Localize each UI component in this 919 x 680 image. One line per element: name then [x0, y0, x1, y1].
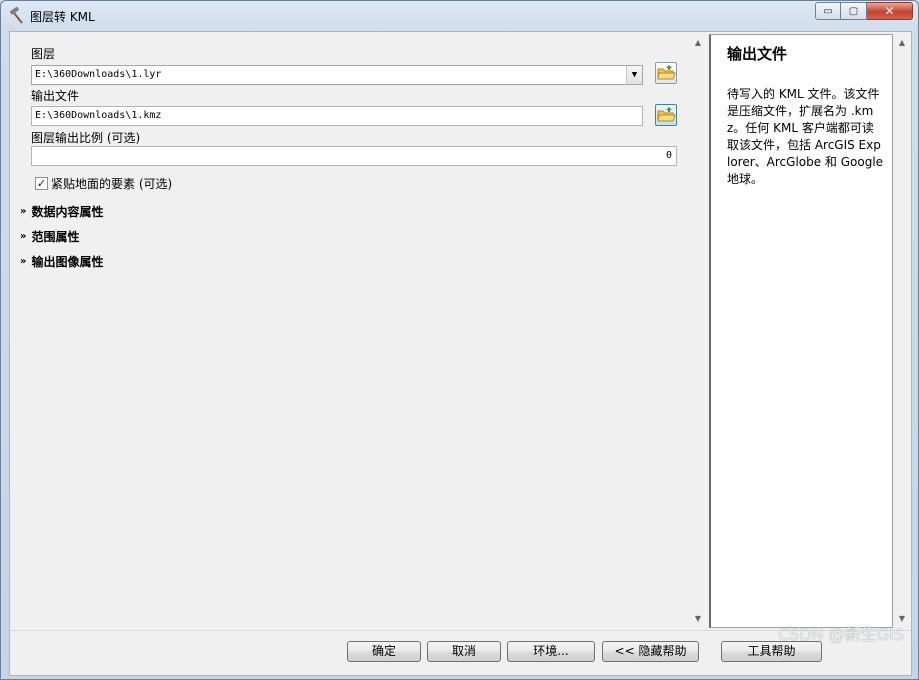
- section-extent[interactable]: » 范围属性: [20, 228, 79, 245]
- chevron-double-down-icon: »: [20, 206, 27, 217]
- maximize-icon: ▢: [848, 5, 859, 17]
- scroll-down-icon[interactable]: ▼: [693, 614, 703, 624]
- chevron-double-down-icon: »: [20, 256, 27, 267]
- dropdown-arrow-icon[interactable]: ▼: [626, 66, 642, 84]
- scroll-up-icon[interactable]: ▲: [693, 38, 703, 48]
- parameters-scrollbar[interactable]: ▲ ▼: [691, 34, 705, 628]
- dialog-client: 图层 E:\360Downloads\1.lyr ▼ 输出文件 E:\360Do…: [9, 31, 912, 676]
- maximize-button[interactable]: ▢: [841, 2, 867, 20]
- clamp-features-label: 紧贴地面的要素 (可选): [51, 177, 173, 191]
- help-title: 输出文件: [727, 45, 788, 63]
- open-folder-icon: [657, 65, 676, 80]
- parameters-panel: 图层 E:\360Downloads\1.lyr ▼ 输出文件 E:\360Do…: [13, 34, 695, 628]
- close-button[interactable]: ✕: [867, 2, 913, 20]
- layer-value: E:\360Downloads\1.lyr: [35, 69, 162, 80]
- section-output-image[interactable]: » 输出图像属性: [20, 253, 103, 270]
- watermark: CSDN @新生GIS: [778, 625, 904, 644]
- button-bar: 确定 取消 环境... << 隐藏帮助 工具帮助: [10, 630, 911, 675]
- section-label: 范围属性: [31, 230, 80, 244]
- clamp-features-row[interactable]: ✓ 紧贴地面的要素 (可选): [35, 175, 172, 192]
- output-file-label: 输出文件: [31, 89, 80, 103]
- title-bar[interactable]: 图层转 KML ▭ ▢ ✕: [1, 1, 918, 31]
- hide-help-button[interactable]: << 隐藏帮助: [602, 641, 699, 662]
- scroll-up-icon[interactable]: ▲: [897, 38, 907, 48]
- dialog-window: 图层转 KML ▭ ▢ ✕ 图层 E:\360Downloads\1.lyr ▼: [0, 0, 919, 680]
- environments-button[interactable]: 环境...: [507, 641, 595, 662]
- help-scrollbar[interactable]: ▲ ▼: [895, 34, 909, 628]
- layer-label: 图层: [31, 47, 56, 61]
- open-folder-icon: [657, 107, 676, 122]
- scale-label: 图层输出比例 (可选): [31, 131, 141, 145]
- close-icon: ✕: [884, 4, 895, 18]
- ok-button[interactable]: 确定: [347, 641, 421, 662]
- help-panel: 输出文件 待写入的 KML 文件。该文件是压缩文件，扩展名为 .kmz。任何 K…: [709, 34, 893, 628]
- chevron-double-down-icon: »: [20, 231, 27, 242]
- scale-value: 0: [665, 150, 672, 161]
- output-file-value: E:\360Downloads\1.kmz: [35, 110, 162, 121]
- layer-combobox[interactable]: E:\360Downloads\1.lyr ▼: [31, 65, 643, 85]
- minimize-icon: ▭: [823, 5, 833, 17]
- help-text: 待写入的 KML 文件。该文件是压缩文件，扩展名为 .kmz。任何 KML 客户…: [727, 87, 884, 186]
- window-title: 图层转 KML: [30, 10, 95, 24]
- minimize-button[interactable]: ▭: [815, 2, 841, 20]
- section-data-content[interactable]: » 数据内容属性: [20, 203, 103, 220]
- browse-output-button[interactable]: [655, 104, 677, 126]
- output-file-input[interactable]: E:\360Downloads\1.kmz: [31, 106, 643, 126]
- section-label: 数据内容属性: [31, 205, 104, 219]
- clamp-features-checkbox[interactable]: ✓: [35, 177, 48, 190]
- cancel-button[interactable]: 取消: [427, 641, 501, 662]
- browse-layer-button[interactable]: [655, 62, 677, 84]
- hammer-icon: [9, 7, 23, 24]
- scale-input[interactable]: 0: [31, 146, 677, 166]
- section-label: 输出图像属性: [31, 255, 104, 269]
